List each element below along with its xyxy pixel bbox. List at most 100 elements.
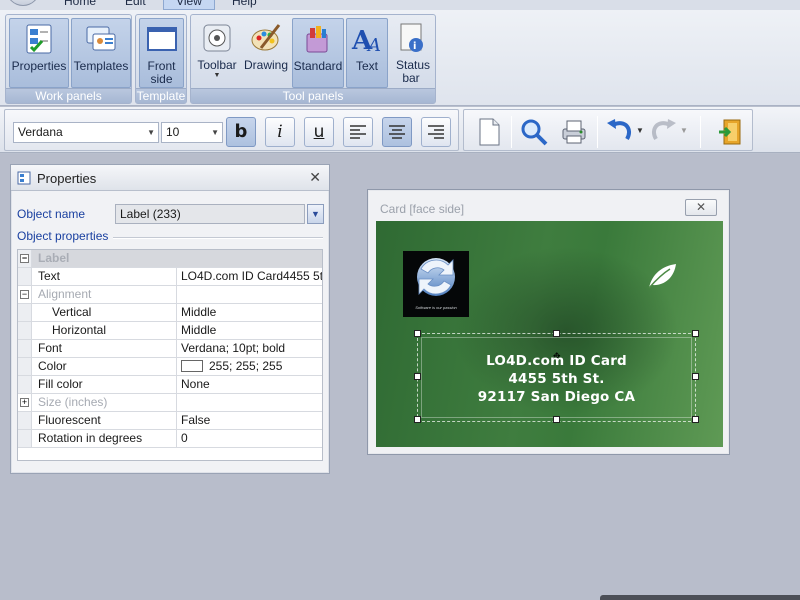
object-name-label: Object name [17, 207, 86, 221]
font-size-select[interactable]: 10 ▼ [161, 122, 223, 143]
resize-handle-top[interactable] [553, 330, 560, 337]
property-row-horizontal[interactable]: Horizontal Middle [18, 322, 322, 340]
undo-icon[interactable] [605, 117, 635, 147]
underline-button[interactable]: u [304, 117, 334, 147]
properties-panel-header: Properties ✕ [11, 165, 329, 191]
new-document-icon[interactable] [474, 117, 504, 147]
chevron-down-icon[interactable]: ▼ [636, 126, 644, 135]
property-row-text[interactable]: Text LO4D.com ID Card4455 5th S [18, 268, 322, 286]
align-center-icon [389, 125, 405, 139]
group-template: Front side Template [135, 14, 187, 104]
align-right-button[interactable] [421, 117, 451, 147]
property-category-size[interactable]: + Size (inches) [18, 394, 322, 412]
resize-handle-top-left[interactable] [414, 330, 421, 337]
card-label-text[interactable]: LO4D.com ID Card 4455 5th St. 92117 San … [417, 352, 696, 406]
collapse-icon[interactable]: − [20, 290, 29, 299]
property-row-fluorescent[interactable]: Fluorescent False [18, 412, 322, 430]
toolbar-icon [200, 21, 234, 55]
group-label-tool-panels: Tool panels [191, 88, 435, 103]
object-properties-label: Object properties [17, 229, 109, 243]
standard-toolbar-panel: ▼ ▼ [463, 109, 753, 151]
align-left-button[interactable] [343, 117, 373, 147]
properties-panel-icon [17, 171, 31, 185]
property-row-vertical[interactable]: Vertical Middle [18, 304, 322, 322]
bold-button[interactable]: b [226, 117, 256, 147]
card-window-title: Card [face side] [380, 202, 465, 216]
print-icon[interactable] [559, 117, 589, 147]
properties-icon [22, 22, 56, 56]
group-work-panels: Properties Templates Work panels [5, 14, 132, 104]
close-icon[interactable]: ✕ [685, 199, 717, 216]
logo-tagline: Software is our passion [415, 305, 457, 310]
toolbar-separator [700, 116, 701, 148]
templates-icon [84, 22, 118, 56]
divider [113, 237, 323, 239]
standard-button[interactable]: Standard [292, 18, 344, 88]
resize-handle-bottom[interactable] [553, 416, 560, 423]
group-label-template: Template [136, 88, 186, 103]
status-bar-button[interactable]: i Status bar [390, 18, 432, 88]
card-canvas[interactable]: Software is our passion ✥ LO4D.com ID Ca… [376, 221, 723, 447]
object-name-dropdown-button[interactable]: ▼ [307, 204, 324, 224]
ribbon: Properties Templates Work panels Front s… [0, 10, 800, 106]
front-side-icon [145, 22, 179, 56]
resize-handle-bottom-left[interactable] [414, 416, 421, 423]
redo-icon[interactable] [648, 117, 678, 147]
zoom-icon[interactable] [519, 117, 549, 147]
properties-panel: Properties ✕ Object name Label (233) ▼ O… [10, 164, 330, 474]
font-name-select[interactable]: Verdana ▼ [13, 122, 159, 143]
properties-button[interactable]: Properties [9, 18, 69, 88]
toolbar-separator [597, 116, 598, 148]
drawing-button[interactable]: Drawing [242, 18, 290, 88]
exit-icon[interactable] [716, 117, 746, 147]
text-format-panel: Verdana ▼ 10 ▼ b i u [4, 109, 459, 151]
leaf-icon[interactable] [646, 262, 678, 290]
toolbar-button[interactable]: Toolbar ▼ [194, 18, 240, 88]
collapse-icon[interactable]: − [20, 254, 29, 263]
property-row-font[interactable]: Font Verdana; 10pt; bold [18, 340, 322, 358]
resize-handle-top-right[interactable] [692, 330, 699, 337]
property-grid: − Label Text LO4D.com ID Card4455 5th S … [17, 249, 323, 461]
tab-view[interactable]: View [163, 0, 215, 10]
tab-home[interactable]: Home [56, 0, 104, 10]
text-icon: AA [350, 22, 384, 56]
align-right-icon [428, 125, 444, 139]
property-row-color[interactable]: Color 255; 255; 255 [18, 358, 322, 376]
italic-button[interactable]: i [265, 117, 295, 147]
svg-text:A: A [366, 35, 381, 56]
close-icon[interactable]: ✕ [309, 169, 321, 186]
object-name-select[interactable]: Label (233) [115, 204, 305, 224]
property-category-alignment[interactable]: − Alignment [18, 286, 322, 304]
property-row-fill-color[interactable]: Fill color None [18, 376, 322, 394]
front-side-button[interactable]: Front side [139, 18, 184, 88]
align-left-icon [350, 125, 366, 139]
chevron-down-icon: ▼ [211, 128, 219, 137]
application-menu-button[interactable] [6, 0, 40, 6]
logo[interactable]: Software is our passion [403, 251, 469, 317]
expand-icon[interactable]: + [20, 398, 29, 407]
properties-panel-title: Properties [37, 171, 97, 186]
toolbar-separator [511, 116, 512, 148]
card-window: Card [face side] ✕ Software is our passi… [367, 189, 730, 455]
palette-icon [249, 21, 283, 55]
workspace: Properties ✕ Object name Label (233) ▼ O… [0, 154, 800, 600]
standard-icon [301, 22, 335, 56]
tab-help[interactable]: Help [224, 0, 265, 10]
bottom-edge [600, 595, 800, 600]
group-tool-panels: Toolbar ▼ Drawing Standard AA Text i Sta [190, 14, 436, 104]
tab-edit[interactable]: Edit [117, 0, 154, 10]
svg-text:i: i [413, 41, 416, 52]
resize-handle-bottom-right[interactable] [692, 416, 699, 423]
ribbon-tab-bar: Home Edit View Help [0, 0, 800, 10]
align-center-button[interactable] [382, 117, 412, 147]
object-name-row: Object name Label (233) ▼ [17, 203, 324, 227]
chevron-down-icon[interactable]: ▼ [680, 126, 688, 135]
text-button[interactable]: AA Text [346, 18, 388, 88]
templates-button[interactable]: Templates [71, 18, 131, 88]
chevron-down-icon: ▼ [213, 72, 221, 79]
property-category-label[interactable]: − Label [18, 250, 322, 268]
property-row-rotation[interactable]: Rotation in degrees 0 [18, 430, 322, 448]
format-toolbar: Verdana ▼ 10 ▼ b i u ▼ ▼ [0, 107, 800, 153]
color-swatch [181, 360, 203, 372]
group-label-work-panels: Work panels [6, 88, 131, 103]
